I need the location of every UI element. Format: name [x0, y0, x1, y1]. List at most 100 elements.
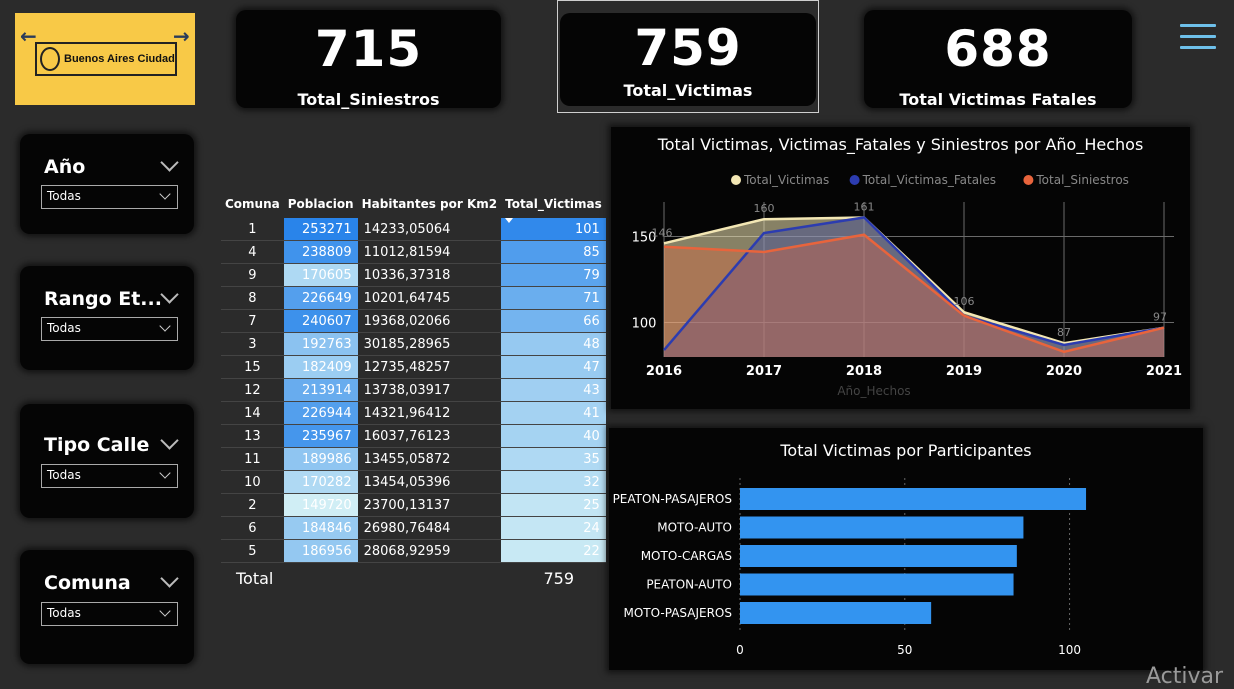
cell-comuna: 10	[221, 470, 284, 494]
cell-comuna: 15	[221, 355, 284, 379]
cell-poblacion: 184846	[283, 516, 358, 540]
kpi-total-siniestros: 715 Total_Siniestros	[236, 10, 501, 109]
table-row[interactable]: 14 226944 14321,96412 41	[221, 401, 606, 425]
column-header-habitantes[interactable]: Habitantes por Km2	[358, 190, 502, 218]
category-label: PEATON-AUTO	[646, 578, 732, 592]
chevron-down-icon[interactable]	[160, 431, 179, 450]
x-tick-label: 2019	[946, 364, 982, 379]
y-tick-label: 100	[632, 317, 657, 332]
cell-comuna: 1	[221, 218, 284, 241]
cell-poblacion: 189986	[283, 447, 358, 471]
activation-watermark: Activar	[1146, 664, 1224, 689]
kpi-total-victimas-frame[interactable]: 759 Total_Victimas	[557, 0, 819, 113]
table-total-row: Total 759	[221, 567, 579, 591]
kpi-value: 715	[314, 20, 423, 78]
cell-comuna: 6	[221, 516, 284, 540]
table-row[interactable]: 7 240607 19368,02066 66	[221, 309, 606, 333]
filter-title: Comuna	[44, 572, 131, 594]
city-seal-icon	[40, 47, 60, 71]
chevron-down-icon[interactable]	[160, 285, 179, 304]
table-row[interactable]: 11 189986 13455,05872 35	[221, 447, 606, 471]
table-row[interactable]: 15 182409 12735,48257 47	[221, 355, 606, 379]
cell-habitantes: 30185,28965	[357, 332, 502, 356]
filter-dropdown[interactable]: Todas	[41, 602, 178, 626]
table-row[interactable]: 5 186956 28068,92959 22	[221, 539, 606, 563]
cell-total-victimas: 24	[501, 516, 606, 540]
table-row[interactable]: 6 184846 26980,76484 24	[221, 516, 606, 540]
bar	[740, 602, 932, 624]
cell-comuna: 5	[221, 539, 284, 563]
cell-poblacion: 170605	[283, 263, 358, 287]
cell-total-victimas: 48	[501, 332, 606, 356]
cell-habitantes: 16037,76123	[357, 424, 502, 448]
legend-label: Total_Victimas	[743, 173, 829, 187]
cell-total-victimas: 43	[501, 378, 606, 402]
chevron-down-icon[interactable]	[160, 153, 179, 172]
chevron-down-icon	[159, 605, 171, 617]
chevron-down-icon	[159, 467, 171, 479]
cell-comuna: 7	[221, 309, 284, 333]
cell-habitantes: 26980,76484	[357, 516, 502, 540]
filter-rango-etario: Rango Et... Todas	[20, 266, 194, 370]
table-row[interactable]: 8 226649 10201,64745 71	[221, 286, 606, 310]
cell-comuna: 4	[221, 240, 284, 264]
x-tick-label: 0	[736, 643, 744, 657]
data-label: 106	[954, 295, 975, 308]
cell-habitantes: 13738,03917	[357, 378, 502, 402]
column-header-comuna[interactable]: Comuna	[221, 190, 284, 218]
total-label: Total	[236, 569, 274, 588]
kpi-value: 759	[634, 19, 742, 77]
area-chart[interactable]: 100150Total_Victimas Total_Victimas_Fatal…	[611, 127, 1190, 409]
cell-total-victimas: 35	[501, 447, 606, 471]
filter-dropdown[interactable]: Todas	[41, 464, 178, 488]
chevron-down-icon[interactable]	[160, 569, 179, 588]
column-header-poblacion[interactable]: Poblacion	[284, 190, 358, 218]
filter-title: Rango Et...	[44, 288, 162, 310]
cell-total-victimas: 40	[501, 424, 606, 448]
cell-poblacion: 182409	[283, 355, 358, 379]
cell-habitantes: 28068,92959	[357, 539, 502, 563]
kpi-total-victimas-fatales: 688 Total Victimas Fatales	[864, 10, 1132, 109]
hamburger-menu-icon[interactable]	[1180, 24, 1216, 50]
cell-total-victimas: 32	[501, 470, 606, 494]
table-row[interactable]: 9 170605 10336,37318 79	[221, 263, 606, 287]
cell-poblacion: 238809	[283, 240, 358, 264]
table-row[interactable]: 13 235967 16037,76123 40	[221, 424, 606, 448]
filter-comuna: Comuna Todas	[20, 550, 194, 664]
filter-dropdown[interactable]: Todas	[41, 317, 178, 341]
cell-habitantes: 13454,05396	[357, 470, 502, 494]
table-row[interactable]: 1 253271 14233,05064 101	[221, 218, 606, 241]
column-header-total-victimas[interactable]: Total_Victimas	[501, 190, 606, 223]
kpi-label: Total_Siniestros	[297, 90, 440, 109]
table-row[interactable]: 3 192763 30185,28965 48	[221, 332, 606, 356]
total-value: 759	[543, 569, 574, 588]
bar-chart[interactable]: 0 50 100 PEATON-PASAJEROS MOTO-AUTO MOTO-CARG…	[609, 428, 1203, 670]
table-row[interactable]: 12 213914 13738,03917 43	[221, 378, 606, 402]
table-row[interactable]: 4 238809 11012,81594 85	[221, 240, 606, 264]
cell-poblacion: 253271	[283, 218, 358, 241]
cell-comuna: 8	[221, 286, 284, 310]
bar	[740, 516, 1024, 539]
category-label: MOTO-PASAJEROS	[624, 606, 733, 620]
comuna-table: Comuna Poblacion Habitantes por Km2 Tota…	[221, 190, 606, 563]
table-row[interactable]: 2 149720 23700,13137 25	[221, 493, 606, 517]
cell-poblacion: 213914	[283, 378, 358, 402]
category-label: MOTO-CARGAS	[641, 549, 732, 563]
logo-text: Buenos Aires Ciudad	[64, 53, 175, 65]
x-axis-label: Año_Hechos	[837, 384, 910, 398]
cell-habitantes: 23700,13137	[357, 493, 502, 517]
cell-habitantes: 11012,81594	[357, 240, 502, 264]
filter-dropdown[interactable]: Todas	[41, 185, 178, 209]
filter-value: Todas	[47, 189, 81, 203]
cell-habitantes: 10336,37318	[357, 263, 502, 287]
cell-habitantes: 14233,05064	[357, 218, 502, 241]
bar	[740, 573, 1014, 596]
table-row[interactable]: 10 170282 13454,05396 32	[221, 470, 606, 494]
table-header: Comuna Poblacion Habitantes por Km2 Tota…	[221, 190, 606, 223]
cell-comuna: 11	[221, 447, 284, 471]
x-tick-label: 50	[897, 643, 912, 657]
cell-poblacion: 186956	[283, 539, 358, 563]
filter-value: Todas	[47, 606, 81, 620]
data-label: 87	[1057, 326, 1071, 339]
cell-total-victimas: 101	[501, 218, 606, 241]
